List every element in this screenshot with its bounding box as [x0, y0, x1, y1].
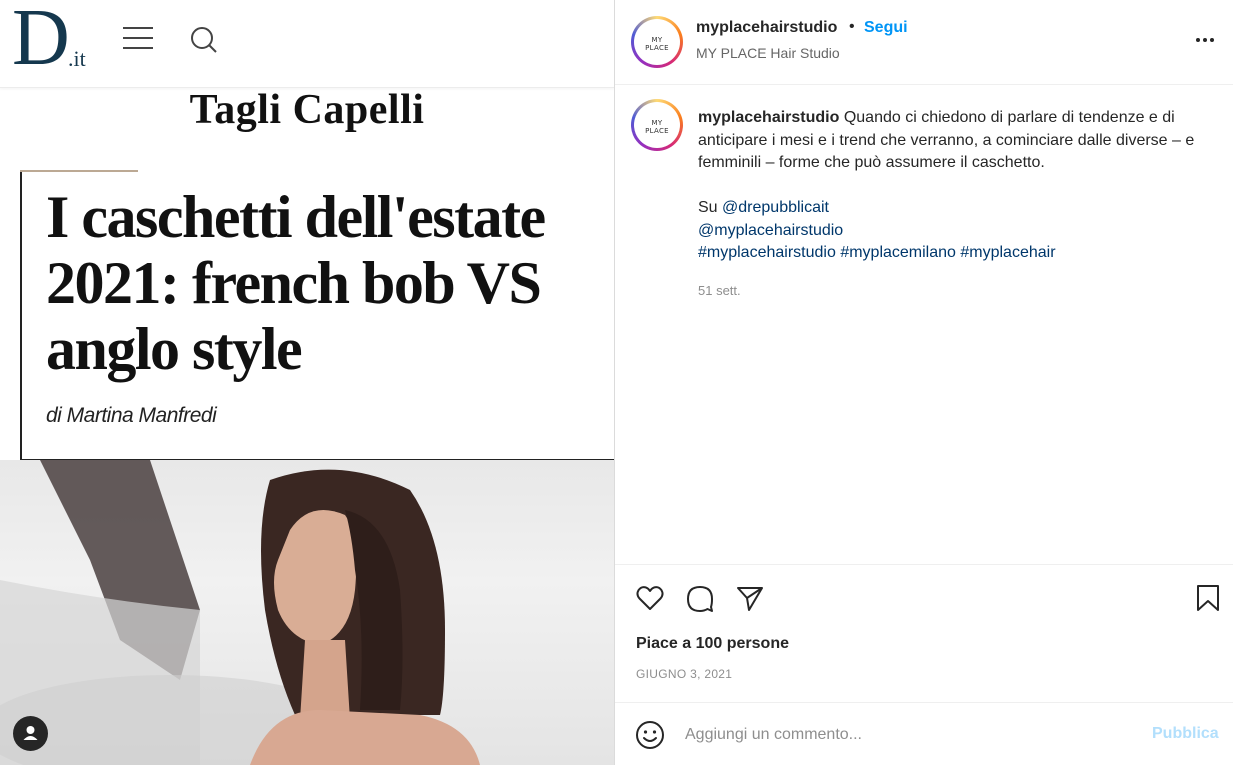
comment-input[interactable] — [685, 723, 1135, 747]
share-send-icon[interactable] — [735, 583, 765, 613]
section-title: Tagli Capelli — [189, 87, 425, 133]
article-accent-line — [20, 170, 138, 172]
post-date: GIUGNO 3, 2021 — [636, 667, 733, 681]
like-heart-icon[interactable] — [635, 583, 665, 613]
model-photo — [0, 460, 614, 765]
post-details-panel: MY PLACE myplacehairstudio • Segui MY PL… — [614, 0, 1233, 765]
hashtag-myplacemilano[interactable]: #myplacemilano — [840, 244, 956, 261]
logo-letter: D — [12, 0, 70, 82]
comment-icon[interactable] — [685, 583, 715, 613]
bookmark-icon[interactable] — [1193, 583, 1223, 613]
user-tag-button[interactable] — [13, 716, 48, 751]
post-location[interactable]: MY PLACE Hair Studio — [696, 45, 840, 61]
more-options-icon[interactable] — [1193, 28, 1217, 52]
post-actions: Piace a 100 persone GIUGNO 3, 2021 — [615, 564, 1233, 704]
caption-avatar[interactable]: MY PLACE — [631, 99, 683, 151]
search-icon — [191, 27, 217, 53]
model-illustration — [0, 460, 480, 765]
post-image: D .it Tagli Capelli I caschetti dell'est… — [0, 0, 614, 765]
caption-time[interactable]: 51 sett. — [698, 283, 741, 298]
avatar-logo-text: MY PLACE — [645, 36, 669, 52]
follow-button[interactable]: Segui — [864, 19, 908, 37]
article-title: I caschetti dell'estate 2021: french bob… — [46, 184, 546, 382]
caption-username[interactable]: myplacehairstudio — [698, 109, 839, 126]
comment-bar: Pubblica — [615, 702, 1233, 765]
caption-avatar-logo-text: MY PLACE — [645, 119, 669, 135]
user-icon — [23, 726, 38, 740]
article-author: di Martina Manfredi — [46, 404, 217, 427]
post-caption: myplacehairstudio Quando ci chiedono di … — [698, 107, 1213, 265]
magazine-header: D .it — [0, 0, 614, 88]
logo-suffix: .it — [68, 46, 86, 71]
magazine-logo: D .it — [12, 0, 86, 78]
profile-avatar[interactable]: MY PLACE — [631, 16, 683, 68]
separator-dot: • — [849, 18, 855, 35]
publish-button[interactable]: Pubblica — [1152, 725, 1219, 743]
caption-avatar-inner: MY PLACE — [634, 102, 680, 148]
likes-count[interactable]: Piace a 100 persone — [636, 635, 789, 653]
emoji-icon[interactable] — [635, 720, 665, 750]
mention-myplacehairstudio[interactable]: @myplacehairstudio — [698, 222, 843, 239]
hashtag-myplacehairstudio[interactable]: #myplacehairstudio — [698, 244, 836, 261]
hashtag-myplacehair[interactable]: #myplacehair — [960, 244, 1055, 261]
mention-drepubblicait[interactable]: @drepubblicait — [722, 199, 829, 216]
hamburger-menu-icon — [123, 27, 153, 49]
post-header: MY PLACE myplacehairstudio • Segui MY PL… — [615, 0, 1233, 85]
avatar-inner: MY PLACE — [634, 19, 680, 65]
post-username[interactable]: myplacehairstudio — [696, 19, 837, 37]
caption-mention-prefix: Su — [698, 199, 718, 216]
